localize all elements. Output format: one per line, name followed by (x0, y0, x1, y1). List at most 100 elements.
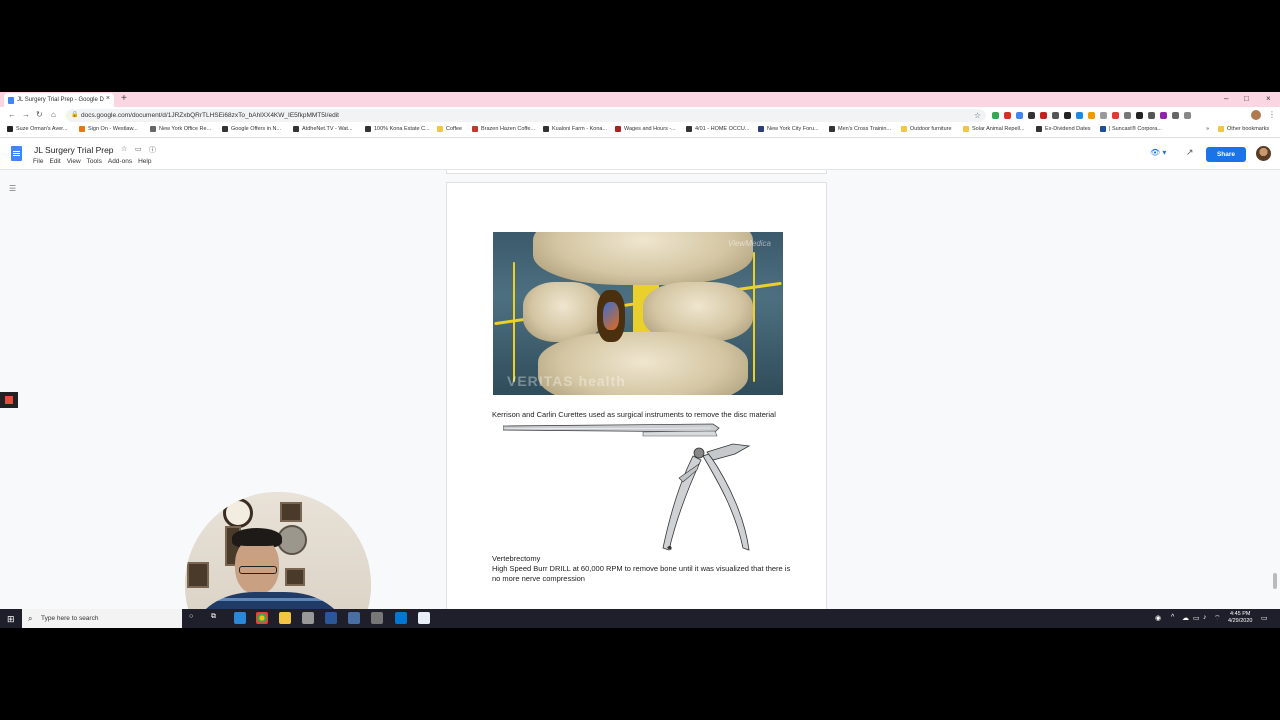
taskbar-app-icon[interactable] (234, 612, 246, 624)
document-title[interactable]: JL Surgery Trial Prep (34, 145, 114, 155)
record-stop-icon[interactable] (0, 392, 18, 408)
skype-icon[interactable] (395, 612, 407, 624)
menu-edit[interactable]: Edit (49, 158, 60, 165)
notifications-icon[interactable]: ▭ (1261, 614, 1268, 622)
extension-icon[interactable] (1052, 112, 1059, 119)
activity-dashboard-icon[interactable]: ↗ (1186, 147, 1194, 158)
home-icon[interactable]: ⌂ (51, 110, 56, 119)
extension-icon[interactable] (1136, 112, 1143, 119)
bookmark-item[interactable]: | Suncast® Corpora... (1100, 126, 1162, 132)
other-bookmarks[interactable]: Other bookmarks (1218, 126, 1269, 132)
reload-icon[interactable]: ↻ (36, 110, 43, 119)
bookmark-item[interactable]: New York City Foru... (758, 126, 819, 132)
scrollbar-thumb[interactable] (1273, 573, 1277, 589)
webcam-overlay (185, 492, 371, 628)
taskbar-search-box[interactable]: ⌕ Type here to search (22, 609, 182, 628)
extension-icon[interactable] (1028, 112, 1035, 119)
bookmark-item[interactable]: Sign On - Westlaw... (79, 126, 138, 132)
extension-icon[interactable] (1076, 112, 1083, 119)
extension-icon[interactable] (1064, 112, 1071, 119)
viewing-mode-icon[interactable]: 👁 ▾ (1150, 148, 1166, 157)
menu-file[interactable]: File (33, 158, 43, 165)
volume-icon[interactable]: ♪ (1203, 614, 1207, 621)
document-status-icon[interactable]: ⓘ (149, 145, 156, 155)
clock[interactable]: 4:45 PM 4/29/2020 (1228, 611, 1252, 625)
bookmark-star-icon[interactable]: ☆ (974, 109, 981, 122)
display-icon[interactable]: ▭ (1193, 614, 1200, 622)
bookmark-item[interactable]: AtdheNet.TV - Wat... (293, 126, 353, 132)
notepad-icon[interactable] (418, 612, 430, 624)
network-icon[interactable]: ☁ (1182, 614, 1189, 622)
extension-icon[interactable] (1124, 112, 1131, 119)
spine-illustration-image[interactable]: ViewMedica VERITAS health (493, 232, 783, 395)
bookmark-item[interactable]: Ex-Dividend Dates (1036, 126, 1091, 132)
extension-icon[interactable] (1184, 112, 1191, 119)
forward-arrow-icon[interactable]: → (22, 110, 30, 119)
word-icon[interactable] (325, 612, 337, 624)
bookmark-item[interactable]: Solar Animal Repell... (963, 126, 1025, 132)
extension-icon[interactable] (1160, 112, 1167, 119)
bookmark-item[interactable]: Coffee (437, 126, 462, 132)
vertebra-upper (533, 232, 753, 285)
bookmark-label: Wages and Hours -... (624, 126, 676, 132)
folder-icon (963, 126, 969, 132)
wifi-icon[interactable]: ⌔ (1214, 614, 1221, 623)
extension-icon[interactable] (1016, 112, 1023, 119)
maximize-button[interactable]: □ (1244, 94, 1249, 103)
caption-burr-drill: High Speed Burr DRILL at 60,000 RPM to r… (492, 564, 791, 583)
extension-icon[interactable] (1148, 112, 1155, 119)
menu-view[interactable]: View (67, 158, 81, 165)
docs-logo-icon[interactable] (11, 146, 22, 161)
kerrison-rongeur-image[interactable] (503, 420, 775, 552)
docs-favicon-icon (8, 96, 14, 104)
browser-tab[interactable]: JL Surgery Trial Prep - Google D × (4, 93, 114, 107)
document-page[interactable]: ViewMedica VERITAS health Kerrison and C… (446, 182, 827, 612)
taskbar-app-icon[interactable] (302, 612, 314, 624)
menu-help[interactable]: Help (138, 158, 151, 165)
star-icon[interactable]: ☆ (121, 145, 127, 153)
windows-start-icon[interactable]: ⊞ (7, 614, 15, 625)
cortana-icon[interactable]: ○ (189, 613, 193, 620)
menu-add-ons[interactable]: Add-ons (108, 158, 132, 165)
chrome-taskbar-icon[interactable] (256, 612, 268, 624)
extension-icon[interactable] (1100, 112, 1107, 119)
document-outline-icon[interactable]: ☰ (9, 184, 16, 193)
close-window-button[interactable]: × (1266, 94, 1271, 103)
bookmark-item[interactable]: New York Office Re... (150, 126, 211, 132)
bookmark-item[interactable]: Men's Cross Trainin... (829, 126, 891, 132)
screen: JL Surgery Trial Prep - Google D × + – □… (0, 92, 1280, 628)
extension-icon[interactable] (992, 112, 999, 119)
taskbar-app-icon[interactable] (348, 612, 360, 624)
account-avatar[interactable] (1256, 146, 1271, 161)
extension-icon[interactable] (1040, 112, 1047, 119)
bookmark-item[interactable]: Suze Orman's Aver... (7, 126, 67, 132)
tab-close-icon[interactable]: × (106, 95, 110, 102)
bookmark-item[interactable]: Kualoni Farm - Kona... (543, 126, 607, 132)
extension-icon[interactable] (1172, 112, 1179, 119)
share-button[interactable]: Share (1206, 147, 1246, 162)
tray-app-icon[interactable]: ◉ (1155, 614, 1161, 622)
bookmark-item[interactable]: Outdoor furniture (901, 126, 952, 132)
browser-menu-icon[interactable]: ⋮ (1268, 110, 1276, 119)
address-bar[interactable]: 🔒 docs.google.com/document/d/1JRZxbQRrTL… (66, 109, 986, 122)
tray-overflow-icon[interactable]: ^ (1171, 614, 1174, 621)
extension-icon[interactable] (1112, 112, 1119, 119)
extension-icon[interactable] (1088, 112, 1095, 119)
move-folder-icon[interactable]: ▭ (135, 145, 142, 153)
bookmark-item[interactable]: 4/01 - HOME OCCU... (686, 126, 749, 132)
bookmark-item[interactable]: 100% Kona Estate C... (365, 126, 430, 132)
wall-frame (285, 568, 305, 586)
menu-tools[interactable]: Tools (87, 158, 102, 165)
bookmark-item[interactable]: Wages and Hours -... (615, 126, 676, 132)
new-tab-button[interactable]: + (121, 93, 127, 104)
bookmark-item[interactable]: Google Offers in N... (222, 126, 281, 132)
camera-icon[interactable] (371, 612, 383, 624)
extension-icon[interactable] (1004, 112, 1011, 119)
minimize-button[interactable]: – (1224, 94, 1228, 103)
profile-avatar-icon[interactable] (1251, 110, 1261, 120)
task-view-icon[interactable]: ⧉ (211, 613, 216, 621)
more-bookmarks-chevron-icon[interactable]: » (1206, 126, 1209, 132)
file-explorer-icon[interactable] (279, 612, 291, 624)
back-arrow-icon[interactable]: ← (8, 110, 16, 119)
bookmark-item[interactable]: Brazen Hazen Coffe... (472, 126, 535, 132)
